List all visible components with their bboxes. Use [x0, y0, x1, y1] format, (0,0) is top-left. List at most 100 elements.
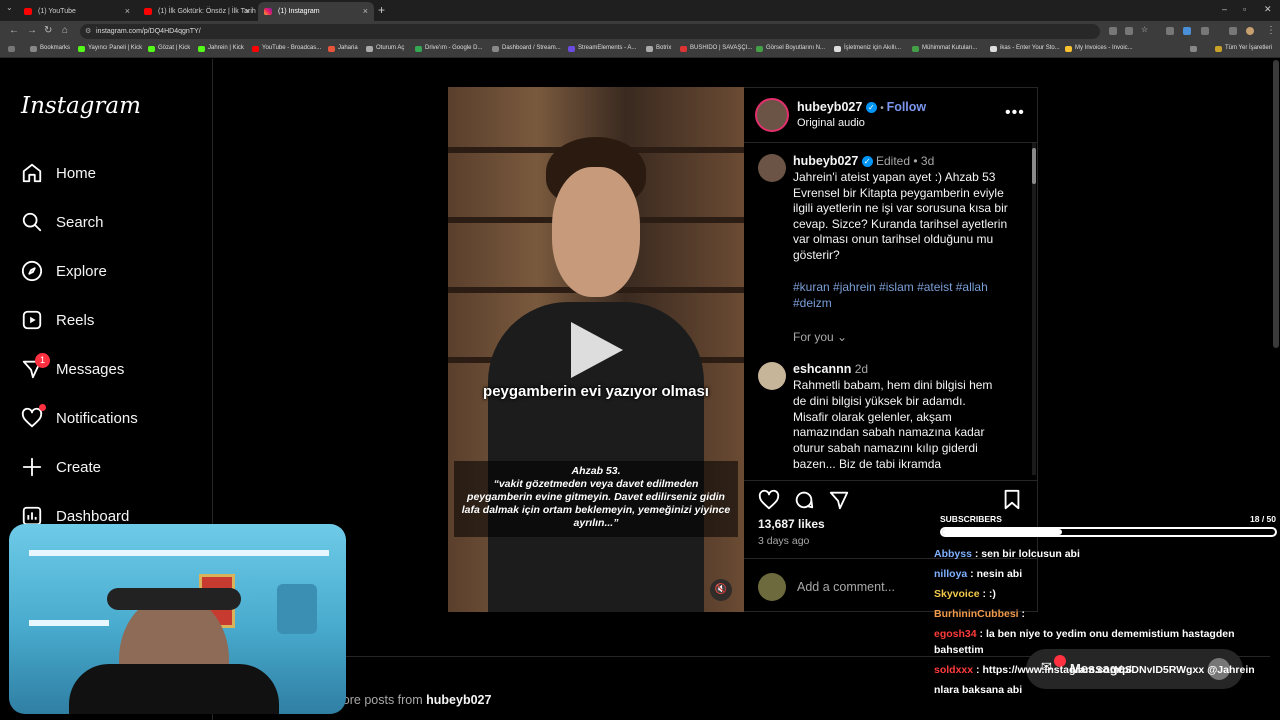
bookmark-item[interactable]: Dashboard / Stream...	[492, 45, 561, 52]
caption-hashtags[interactable]: #kuran #jahrein #islam #ateist #allah #d…	[793, 280, 1018, 311]
new-tab-button[interactable]: +	[378, 3, 385, 17]
site-info-icon[interactable]: ⚙	[85, 24, 91, 39]
chat-text: https://www.instagram.com/p/DNvID5RWgxx …	[982, 664, 1255, 676]
for-you-dropdown[interactable]: For you ⌄	[793, 330, 847, 344]
bookmark-item[interactable]: İşletmeniz için Akıllı...	[834, 45, 901, 52]
author-username[interactable]: hubeyb027	[797, 100, 862, 114]
nav-messages[interactable]: 1 Messages	[20, 353, 124, 383]
tab-youtube[interactable]: (1) YouTube ×	[18, 2, 136, 21]
more-options-icon[interactable]: •••	[1005, 104, 1025, 122]
author-avatar[interactable]	[755, 98, 789, 132]
bookmark-item[interactable]: Bookmarks	[30, 45, 70, 52]
reel-video[interactable]: peygamberin evi yazıyor olması Ahzab 53.…	[448, 87, 744, 612]
nav-reels[interactable]: Reels	[20, 306, 94, 334]
subscribers-progress-track	[940, 527, 1277, 537]
bookmark-item[interactable]: Oturum Aç	[366, 45, 404, 52]
follow-button[interactable]: Follow	[887, 100, 927, 114]
verified-icon: ✓	[861, 156, 873, 168]
like-icon[interactable]	[758, 489, 780, 516]
more-bookmarks-icon[interactable]: »	[1190, 45, 1198, 52]
maximize-icon[interactable]: ▫	[1243, 4, 1246, 14]
bookmark-icon[interactable]	[1002, 489, 1022, 516]
current-user-avatar	[758, 573, 786, 601]
caption-avatar[interactable]	[758, 154, 786, 182]
downloads-icon[interactable]	[1229, 27, 1237, 35]
all-bookmarks-folder[interactable]: Tüm Yer İşaretleri	[1215, 45, 1272, 52]
close-icon[interactable]: ×	[363, 6, 368, 16]
close-icon[interactable]: ×	[245, 6, 250, 16]
zoom-icon[interactable]	[1125, 27, 1133, 35]
bookmark-item[interactable]: Jahrein | Kick	[198, 45, 244, 52]
nav-label: Reels	[56, 311, 95, 329]
instagram-icon	[264, 8, 272, 15]
bookmark-item[interactable]: Görsel Boyutlarını N...	[756, 45, 825, 52]
comment-username[interactable]: eshcannn	[793, 362, 851, 376]
play-icon[interactable]	[571, 322, 623, 378]
tab-label: (1) İlk Göktürk: Önsöz | İlk Tarih	[158, 8, 256, 15]
comment-avatar[interactable]	[758, 362, 786, 390]
close-window-icon[interactable]: ✕	[1264, 4, 1272, 15]
more-posts-username[interactable]: hubeyb027	[426, 693, 491, 707]
likes-count[interactable]: 13,687 likes	[758, 517, 825, 531]
nav-explore[interactable]: Explore	[20, 257, 107, 285]
bookmark-item[interactable]: Mühimmat Kutuları...	[912, 45, 977, 52]
bookmark-item[interactable]: Botrix	[646, 45, 671, 52]
reload-icon[interactable]: ↻	[44, 25, 52, 36]
tab-ilk-gokturk[interactable]: (1) İlk Göktürk: Önsöz | İlk Tarih ×	[138, 2, 256, 21]
bookmark-item[interactable]: Jaharia	[328, 45, 358, 52]
chevron-down-icon: ⌄	[837, 330, 848, 344]
minimize-icon[interactable]: –	[1222, 4, 1227, 14]
menu-icon[interactable]: ⋮	[1266, 25, 1276, 36]
caption-body: Jahrein'i ateist yapan ayet :) Ahzab 53 …	[793, 170, 1008, 262]
chat-username: Skyvoice	[934, 588, 980, 600]
shelf	[29, 620, 109, 626]
profile-avatar[interactable]	[1246, 27, 1254, 35]
youtube-icon	[144, 8, 152, 15]
heart-icon	[20, 404, 46, 430]
back-icon[interactable]: ←	[9, 25, 19, 36]
cast-icon[interactable]	[1109, 27, 1117, 35]
nav-search[interactable]: Search	[20, 208, 104, 236]
caption-username[interactable]: hubeyb027	[793, 154, 858, 168]
extension-icon[interactable]	[1201, 27, 1209, 35]
comments-scroll-track[interactable]	[1032, 143, 1036, 475]
bookmark-item[interactable]: BUSHIDO | SAVAŞÇI...	[680, 45, 752, 52]
bookmark-item[interactable]: My Invoices - Invoic...	[1065, 45, 1133, 52]
extension-icon[interactable]	[1183, 27, 1191, 35]
nav-home[interactable]: Home	[20, 159, 96, 187]
page-scrollbar[interactable]	[1273, 60, 1279, 348]
search-icon	[20, 210, 44, 234]
add-comment-input[interactable]: Add a comment...	[797, 580, 895, 594]
for-you-label: For you	[793, 330, 834, 344]
browser-toolbar: ← → ↻ ⌂ ⚙ instagram.com/p/DQ4HD4qgnTY/ ☆…	[0, 21, 1280, 41]
bookmark-item[interactable]: StreamElements - A...	[568, 45, 636, 52]
home-icon[interactable]: ⌂	[62, 25, 68, 36]
extension-icon[interactable]	[1166, 27, 1174, 35]
volume-icon[interactable]: 🔇	[710, 579, 732, 601]
star-icon[interactable]: ☆	[1141, 25, 1149, 34]
nav-label: Create	[56, 458, 102, 476]
share-icon[interactable]	[828, 489, 850, 516]
tab-search-icon[interactable]: ⌄	[6, 3, 13, 12]
nav-notifications[interactable]: Notifications	[20, 404, 138, 432]
chat-text: :)	[988, 588, 996, 600]
tab-instagram[interactable]: (1) Instagram ×	[258, 2, 374, 21]
browser-tab-bar: ⌄ (1) YouTube × (1) İlk Göktürk: Önsöz |…	[0, 0, 1280, 21]
comments-scroll-thumb[interactable]	[1032, 148, 1036, 184]
bookmark-item[interactable]: YouTube - Broadcas...	[252, 45, 321, 52]
nav-label: Notifications	[56, 409, 138, 427]
comment-icon[interactable]	[793, 489, 815, 516]
original-audio-link[interactable]: Original audio	[797, 117, 865, 129]
youtube-icon	[24, 8, 32, 15]
bookmark-item[interactable]: Drive'ım - Google D...	[415, 45, 483, 52]
bookmark-item[interactable]: Yayıncı Paneli | Kick	[78, 45, 142, 52]
caption-age: 3d	[920, 154, 935, 168]
bookmark-item[interactable]: Gözat | Kick	[148, 45, 190, 52]
instagram-logo[interactable]: Instagram	[21, 93, 141, 119]
url-field[interactable]: ⚙ instagram.com/p/DQ4HD4qgnTY/	[80, 24, 1100, 39]
person-face	[552, 167, 640, 297]
nav-create[interactable]: Create	[20, 453, 101, 481]
bookmark-item[interactable]: ikas - Enter Your Sto...	[990, 45, 1060, 52]
forward-icon[interactable]: →	[27, 25, 37, 36]
close-icon[interactable]: ×	[125, 6, 130, 16]
